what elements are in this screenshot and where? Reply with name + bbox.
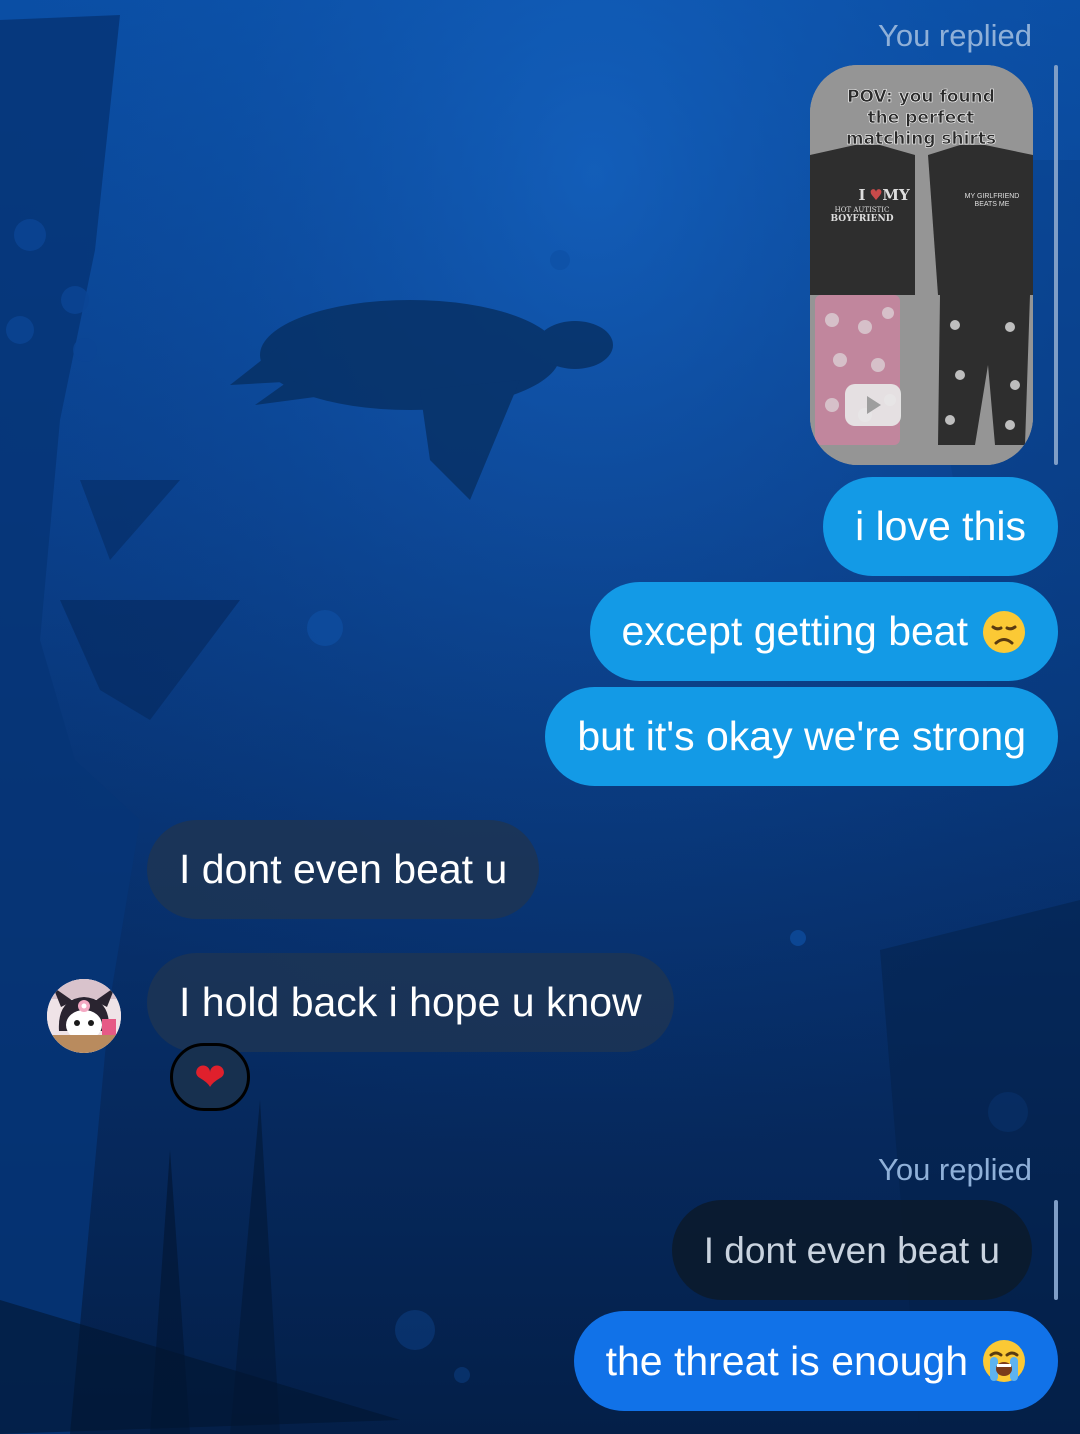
- incoming-message[interactable]: I hold back i hope u know: [147, 953, 674, 1052]
- outgoing-message[interactable]: but it's okay we're strong: [545, 687, 1058, 786]
- message-text: except getting beat: [621, 608, 968, 654]
- heart-icon: ❤: [194, 1056, 226, 1099]
- reply-indicator-bar: [1054, 65, 1058, 465]
- message-text: i love this: [855, 503, 1026, 549]
- disappointed-face-icon: [983, 610, 1025, 653]
- message-text: the threat is enough: [605, 1337, 968, 1384]
- shared-video-preview[interactable]: I ♥ MY HOT AUTISTIC BOYFRIEND MY GIRLFRI…: [810, 65, 1033, 465]
- outgoing-message[interactable]: the threat is enough: [573, 1311, 1058, 1411]
- you-replied-label: You replied: [878, 1152, 1032, 1187]
- heart-reaction-badge[interactable]: ❤: [170, 1043, 250, 1111]
- message-text: but it's okay we're strong: [577, 713, 1026, 759]
- you-replied-label: You replied: [878, 18, 1032, 53]
- quoted-text: I dont even beat u: [703, 1229, 1000, 1271]
- kuromi-avatar-image: [47, 979, 121, 1053]
- outgoing-message[interactable]: except getting beat: [589, 582, 1058, 681]
- video-caption: POV: you found the perfect matching shir…: [845, 87, 997, 150]
- message-text: I dont even beat u: [179, 846, 508, 892]
- outgoing-message[interactable]: i love this: [823, 477, 1058, 576]
- quoted-message[interactable]: I dont even beat u: [671, 1200, 1032, 1300]
- incoming-message[interactable]: I dont even beat u: [147, 820, 540, 919]
- contact-avatar[interactable]: [47, 979, 121, 1053]
- reply-indicator-bar: [1054, 1200, 1058, 1300]
- message-text: I hold back i hope u know: [179, 979, 642, 1025]
- play-icon: [845, 384, 901, 426]
- loudly-crying-face-icon: [983, 1340, 1025, 1382]
